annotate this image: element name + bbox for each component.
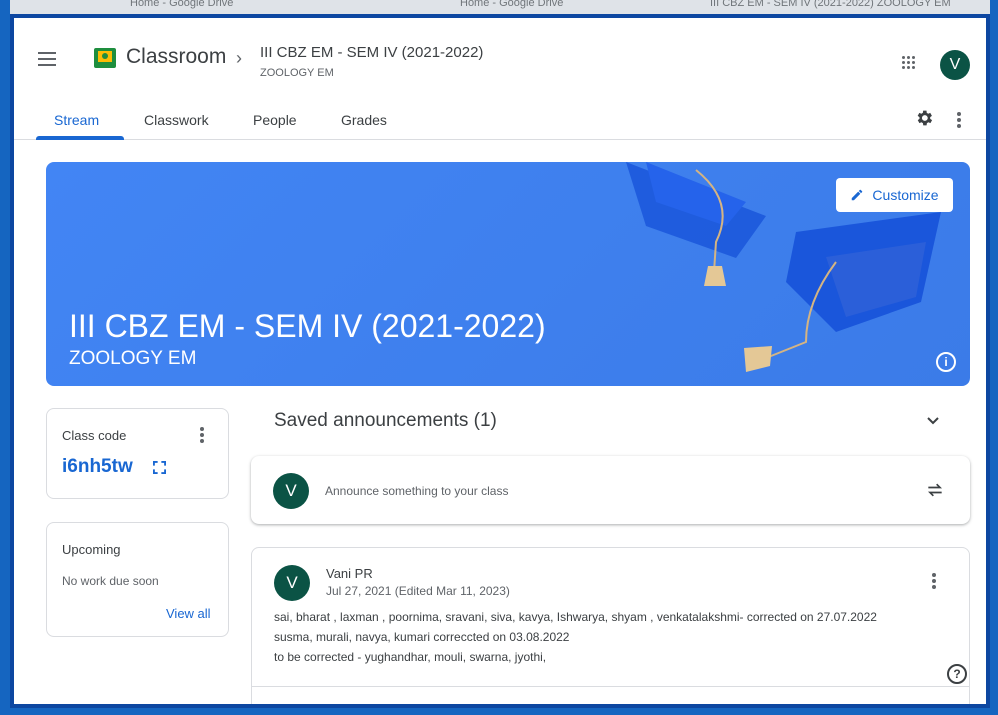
tab-grades[interactable]: Grades	[341, 112, 387, 128]
announce-box[interactable]: V Announce something to your class	[251, 456, 970, 524]
post-options-icon[interactable]	[932, 573, 936, 589]
view-all-link[interactable]: View all	[166, 606, 211, 621]
browser-tab-strip: Home - Google Drive Home - Google Drive …	[10, 0, 990, 14]
classroom-logo-icon[interactable]	[94, 48, 116, 68]
class-banner: III CBZ EM - SEM IV (2021-2022) ZOOLOGY …	[46, 162, 970, 386]
gear-icon[interactable]	[914, 108, 934, 128]
post-date: Jul 27, 2021 (Edited Mar 11, 2023)	[326, 584, 510, 598]
tab-people[interactable]: People	[253, 112, 297, 128]
browser-tab[interactable]: Home - Google Drive	[460, 0, 563, 11]
upcoming-empty: No work due soon	[62, 574, 159, 588]
account-avatar[interactable]: V	[940, 50, 970, 80]
avatar: V	[274, 565, 310, 601]
classroom-window: Classroom › III CBZ EM - SEM IV (2021-20…	[10, 14, 990, 708]
browser-tab[interactable]: III CBZ EM - SEM IV (2021-2022) ZOOLOGY …	[710, 0, 951, 11]
class-code-label: Class code	[62, 428, 127, 443]
upcoming-card: Upcoming No work due soon View all	[46, 522, 229, 637]
repost-icon[interactable]	[925, 480, 945, 500]
customize-label: Customize	[872, 187, 939, 203]
chevron-down-icon[interactable]	[926, 414, 940, 428]
pencil-icon	[852, 189, 863, 201]
saved-announcements-heading[interactable]: Saved announcements (1)	[274, 410, 497, 432]
chevron-right-icon: ›	[236, 48, 242, 68]
class-code-card: Class code i6nh5tw	[46, 408, 229, 499]
post-text-line: susma, murali, navya, kumari correccted …	[274, 630, 570, 644]
browser-tab[interactable]: Home - Google Drive	[130, 0, 233, 11]
banner-subtitle: ZOOLOGY EM	[69, 348, 197, 369]
tab-stream[interactable]: Stream	[54, 112, 99, 128]
info-icon[interactable]: i	[936, 352, 956, 372]
class-code-value: i6nh5tw	[62, 456, 133, 477]
fullscreen-icon[interactable]	[153, 461, 166, 474]
post-author: Vani PR	[326, 566, 373, 581]
active-tab-indicator	[36, 136, 124, 140]
app-title[interactable]: Classroom	[126, 45, 226, 69]
more-options-icon[interactable]	[957, 112, 961, 128]
customize-button[interactable]: Customize	[836, 178, 953, 212]
class-code-options-icon[interactable]	[200, 427, 204, 443]
banner-title: III CBZ EM - SEM IV (2021-2022)	[69, 308, 546, 344]
upcoming-title: Upcoming	[62, 542, 121, 557]
announce-placeholder[interactable]: Announce something to your class	[325, 484, 508, 498]
menu-icon[interactable]	[38, 52, 56, 66]
post-text-line: to be corrected - yughandhar, mouli, swa…	[274, 650, 547, 664]
apps-grid-icon[interactable]	[902, 56, 916, 70]
divider	[252, 686, 969, 687]
announcement-post: V Vani PR Jul 27, 2021 (Edited Mar 11, 2…	[251, 547, 970, 704]
class-tabs: Stream Classwork People Grades	[14, 104, 986, 140]
avatar: V	[273, 473, 309, 509]
tab-classwork[interactable]: Classwork	[144, 112, 209, 128]
post-text-line: sai, bharat , laxman , poornima, sravani…	[274, 610, 877, 624]
help-icon[interactable]: ?	[947, 664, 967, 684]
class-subtitle: ZOOLOGY EM	[260, 67, 334, 79]
class-title: III CBZ EM - SEM IV (2021-2022)	[260, 44, 484, 61]
top-bar: Classroom › III CBZ EM - SEM IV (2021-20…	[14, 18, 986, 106]
